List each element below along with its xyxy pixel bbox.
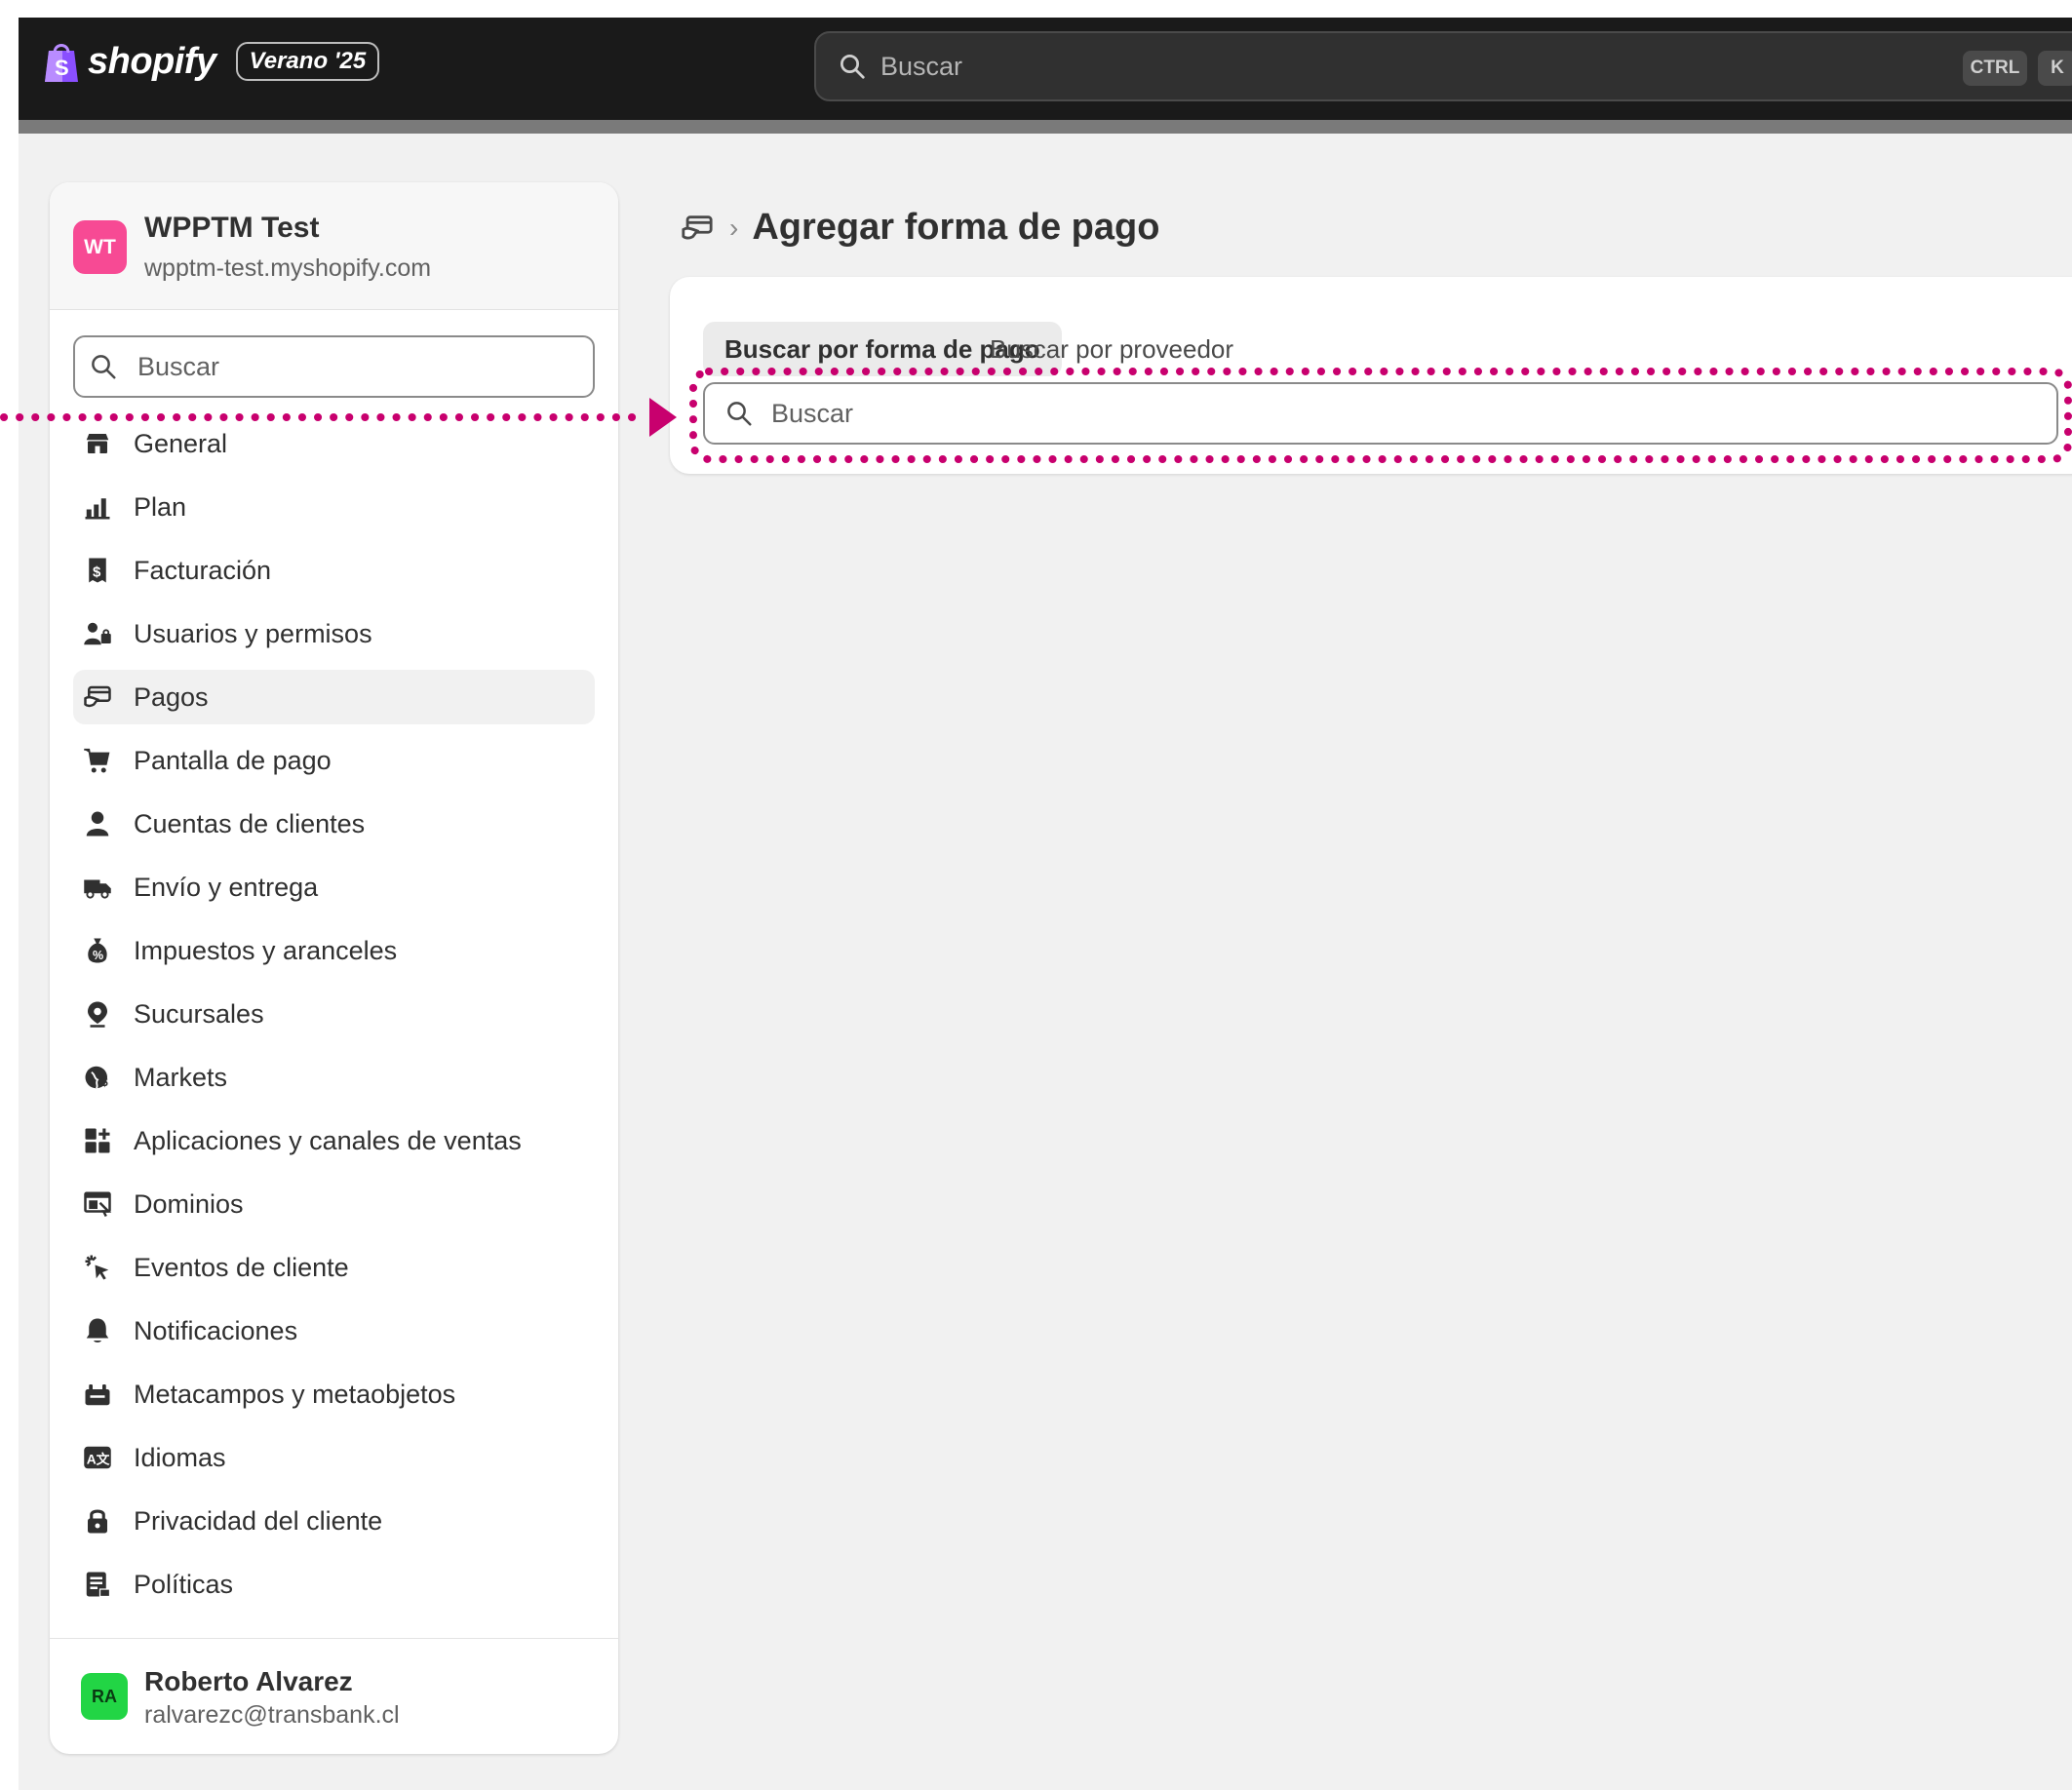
sidebar-item-customer-accounts[interactable]: Cuentas de clientes xyxy=(73,797,595,851)
store-name: WPPTM Test xyxy=(144,212,320,244)
svg-text:A文: A文 xyxy=(87,1451,110,1466)
edition-badge[interactable]: Verano '25 xyxy=(235,42,380,81)
domain-icon xyxy=(84,1191,112,1218)
sidebar-item-metafields[interactable]: Metacampos y metaobjetos xyxy=(73,1367,595,1421)
app-frame: S shopify Verano '25 Buscar CTRL K WT WP… xyxy=(19,18,2072,1790)
sidebar-item-apps[interactable]: Aplicaciones y canales de ventas xyxy=(73,1113,595,1168)
svg-text:$: $ xyxy=(93,564,101,580)
user-name: Roberto Alvarez xyxy=(144,1666,353,1696)
shortcut-ctrl-key: CTRL xyxy=(1963,51,2027,86)
svg-text:$: $ xyxy=(101,1075,108,1089)
sidebar-item-languages[interactable]: A文 Idiomas xyxy=(73,1430,595,1485)
sidebar-item-privacy[interactable]: Privacidad del cliente xyxy=(73,1494,595,1548)
search-icon xyxy=(92,355,116,379)
sidebar-item-markets[interactable]: $ Markets xyxy=(73,1050,595,1105)
globe-icon: $ xyxy=(85,1066,108,1089)
user-avatar: RA xyxy=(81,1673,128,1720)
breadcrumb: › Agregar forma de pago xyxy=(679,207,1159,249)
store-avatar: WT xyxy=(73,220,127,274)
person-icon xyxy=(86,811,109,837)
search-icon xyxy=(841,55,865,79)
payment-search-placeholder: Buscar xyxy=(771,398,854,428)
sidebar-item-plan[interactable]: Plan xyxy=(73,480,595,534)
global-search-input[interactable]: Buscar CTRL K xyxy=(814,31,2072,101)
global-search-placeholder: Buscar xyxy=(880,51,963,81)
payment-search-input[interactable]: Buscar xyxy=(703,382,2058,445)
chevron-right-icon: › xyxy=(729,212,739,243)
store-header[interactable]: WT WPPTM Test wpptm-test.myshopify.com xyxy=(50,182,618,310)
sidebar-item-domains[interactable]: Dominios xyxy=(73,1177,595,1231)
settings-search-input[interactable]: Buscar xyxy=(73,335,595,398)
search-icon xyxy=(727,402,752,426)
shopify-bag-icon: S xyxy=(45,44,78,82)
tax-icon: % xyxy=(88,938,107,963)
settings-sidebar: WT WPPTM Test wpptm-test.myshopify.com B… xyxy=(50,182,618,1754)
user-account[interactable]: RA Roberto Alvarez ralvarezc@transbank.c… xyxy=(50,1638,618,1754)
payments-icon xyxy=(84,685,111,708)
sidebar-item-checkout[interactable]: Pantalla de pago xyxy=(73,733,595,788)
sidebar-item-shipping[interactable]: Envío y entrega xyxy=(73,860,595,914)
shortcut-k-key: K xyxy=(2038,51,2072,86)
settings-search-placeholder: Buscar xyxy=(137,351,220,381)
store-icon xyxy=(86,434,109,453)
receipt-icon: $ xyxy=(89,558,106,583)
svg-text:%: % xyxy=(93,949,103,962)
cursor-click-icon xyxy=(85,1255,109,1280)
sidebar-item-billing[interactable]: $ Facturación xyxy=(73,543,595,598)
sidebar-item-policies[interactable]: Políticas xyxy=(73,1557,595,1612)
sidebar-item-locations[interactable]: Sucursales xyxy=(73,987,595,1041)
topbar-divider xyxy=(19,120,2072,134)
policy-icon xyxy=(86,1572,111,1598)
tab-search-by-provider[interactable]: Buscar por proveedor xyxy=(968,322,1255,376)
svg-text:S: S xyxy=(55,56,69,80)
bell-icon xyxy=(86,1318,109,1342)
language-icon: A文 xyxy=(84,1446,111,1469)
payments-breadcrumb-icon[interactable] xyxy=(679,212,716,245)
user-email: ralvarezc@transbank.cl xyxy=(144,1701,400,1729)
sidebar-item-customer-events[interactable]: Eventos de cliente xyxy=(73,1240,595,1295)
settings-nav: General Plan $ Facturación Usuarios y pe… xyxy=(73,416,595,1620)
plan-icon xyxy=(85,498,110,520)
brand-name: shopify xyxy=(88,40,216,82)
truck-icon xyxy=(84,879,111,899)
sidebar-item-users[interactable]: Usuarios y permisos xyxy=(73,606,595,661)
sidebar-item-payments[interactable]: Pagos xyxy=(73,670,595,724)
users-icon xyxy=(84,622,111,645)
sidebar-item-general[interactable]: General xyxy=(73,416,595,471)
cart-icon xyxy=(84,748,110,773)
lock-icon xyxy=(88,1509,107,1534)
page-title: Agregar forma de pago xyxy=(752,207,1160,248)
top-bar: S shopify Verano '25 Buscar CTRL K xyxy=(19,18,2072,120)
sidebar-item-notifications[interactable]: Notificaciones xyxy=(73,1304,595,1358)
metafields-icon xyxy=(85,1384,110,1406)
store-domain: wpptm-test.myshopify.com xyxy=(144,254,432,282)
location-icon xyxy=(88,1001,107,1028)
apps-icon xyxy=(85,1128,110,1153)
shopify-logo[interactable]: S shopify Verano '25 xyxy=(43,39,380,84)
sidebar-item-taxes[interactable]: % Impuestos y aranceles xyxy=(73,923,595,978)
payment-search-card: Buscar por forma de pago Buscar por prov… xyxy=(670,277,2072,474)
